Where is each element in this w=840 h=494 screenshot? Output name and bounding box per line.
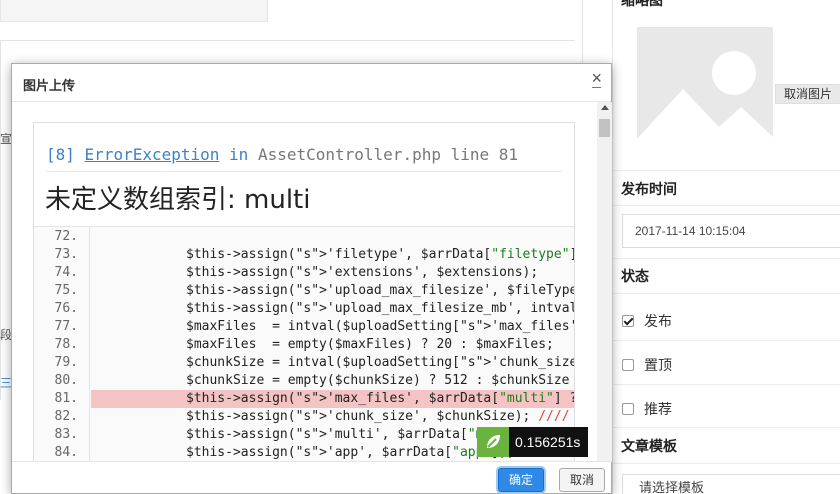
code-line: 80. $chunkSize = empty($chunkSize) ? 512 … — [34, 372, 574, 390]
code-line: 72. — [34, 228, 574, 246]
line-number: 81. — [54, 391, 78, 406]
divider — [613, 427, 840, 428]
line-number: 83. — [54, 427, 78, 442]
line-number: 79. — [54, 355, 78, 370]
template-title: 文章模板 — [621, 438, 677, 454]
line-number: 73. — [54, 247, 78, 262]
cancel-button[interactable]: 取消 — [559, 468, 605, 492]
error-report: [8] ErrorException in AssetController.ph… — [33, 122, 575, 461]
line-number: 72. — [54, 229, 78, 244]
status-top-checkbox[interactable]: 置顶 — [622, 355, 672, 375]
line-number: 78. — [54, 337, 78, 352]
status-publish-checkbox[interactable]: 发布 — [622, 311, 672, 331]
code-text: $chunkSize = empty($chunkSize) ? 512 : $… — [186, 373, 570, 388]
error-in-word: in — [229, 145, 249, 164]
line-number: 76. — [54, 301, 78, 316]
divider — [613, 384, 840, 385]
checkbox-label: 置顶 — [644, 357, 672, 373]
trace-timer-badge[interactable]: 0.156251s — [477, 427, 589, 457]
divider — [613, 205, 840, 206]
code-line: 73. $this->assign("s">'filetype', $arrDat… — [34, 246, 574, 264]
publish-time-input[interactable]: 2017-11-14 10:15:04 — [622, 214, 840, 248]
checkbox-label: 推荐 — [644, 401, 672, 417]
image-upload-dialog: 图片上传 × [8] ErrorException in AssetContro… — [11, 63, 612, 494]
close-icon[interactable]: × — [591, 68, 602, 88]
checkbox-icon[interactable] — [622, 359, 634, 371]
trace-leaf-icon — [477, 427, 509, 457]
scroll-up-arrow-icon[interactable] — [601, 105, 609, 110]
scrollbar-thumb[interactable] — [599, 119, 610, 137]
divider — [0, 40, 575, 41]
source-code-view: 72. 73. $this->assign("s">'filetype', $arr… — [34, 226, 575, 461]
code-line: 77. $maxFiles = intval($uploadSetting["s"… — [34, 318, 574, 336]
code-text: $this->assign("s">'filetype', $arrData["… — [186, 247, 574, 262]
timer-value: 0.156251s — [515, 434, 581, 450]
code-line: 75. $this->assign("s">'upload_max_filesiz… — [34, 282, 575, 300]
thumbnail-title: 缩略图 — [621, 0, 663, 8]
code-line-error: 81. $this->assign("s">'max_files', $arrDa… — [34, 390, 574, 408]
publish-time-title: 发布时间 — [621, 181, 677, 197]
code-line: 74. $this->assign("s">'extensions', $exte… — [34, 264, 574, 282]
cancel-image-button[interactable]: 取消图片 — [775, 84, 840, 104]
line-number: 84. — [54, 445, 78, 460]
code-text: $this->assign("s">'upload_max_filesize_m… — [186, 301, 575, 316]
confirm-button[interactable]: 确定 — [498, 468, 544, 492]
line-number: 74. — [54, 265, 78, 280]
checkbox-label: 发布 — [644, 313, 672, 329]
checkbox-checked-icon[interactable] — [622, 315, 634, 327]
divider — [0, 40, 1, 400]
code-line: 82. $this->assign("s">'chunk_size', $chun… — [34, 408, 574, 426]
status-recommend-checkbox[interactable]: 推荐 — [622, 399, 672, 419]
leaf-icon — [487, 435, 500, 448]
error-message: 未定义数组索引: multi — [45, 185, 311, 215]
divider — [613, 340, 840, 341]
code-text: $chunkSize = intval($uploadSetting["s">'… — [186, 355, 574, 370]
top-panel — [0, 0, 268, 22]
article-sidebar: 缩略图 取消图片 发布时间 2017-11-14 10:15:04 状态 发布 … — [612, 0, 840, 494]
code-text: $this->assign("s">'chunk_size', $chunkSi… — [186, 409, 570, 424]
line-number: 75. — [54, 283, 78, 298]
code-line: 79. $chunkSize = intval($uploadSetting["s… — [34, 354, 574, 372]
status-title: 状态 — [621, 268, 649, 284]
error-file-line: AssetController.php line 81 — [257, 145, 519, 164]
code-text: $this->assign("s">'max_files', $arrData[… — [91, 390, 574, 408]
image-placeholder-icon — [637, 27, 773, 161]
checkbox-icon[interactable] — [622, 403, 634, 415]
dialog-scrollbar[interactable] — [597, 102, 612, 461]
code-text: $this->assign("s">'upload_max_filesize',… — [186, 283, 575, 298]
dialog-title: 图片上传 — [23, 78, 76, 93]
error-code: [8] — [46, 145, 75, 164]
divider — [613, 293, 840, 294]
code-text: $maxFiles = intval($uploadSetting["s">'m… — [186, 319, 574, 334]
line-number: 80. — [54, 373, 78, 388]
divider — [46, 171, 562, 172]
dialog-header: 图片上传 × — [12, 64, 611, 102]
thumbnail-image[interactable] — [637, 27, 773, 161]
error-class-link[interactable]: ErrorException — [85, 145, 220, 164]
line-number: 82. — [54, 409, 78, 424]
template-select[interactable]: 请选择模板 — [622, 474, 840, 494]
code-text: $this->assign("s">'extensions', $extensi… — [186, 265, 539, 280]
dialog-body: [8] ErrorException in AssetController.ph… — [12, 102, 597, 461]
divider — [613, 170, 840, 171]
code-line: 78. $maxFiles = empty($maxFiles) ? 20 : $… — [34, 336, 574, 354]
line-number: 77. — [54, 319, 78, 334]
divider — [613, 463, 840, 464]
error-location: [8] ErrorException in AssetController.ph… — [46, 145, 518, 164]
code-text: $maxFiles = empty($maxFiles) ? 20 : $max… — [186, 337, 554, 352]
code-line: 76. $this->assign("s">'upload_max_filesiz… — [34, 300, 575, 318]
divider — [613, 258, 840, 259]
dialog-footer: 确定 取消 — [12, 461, 612, 494]
